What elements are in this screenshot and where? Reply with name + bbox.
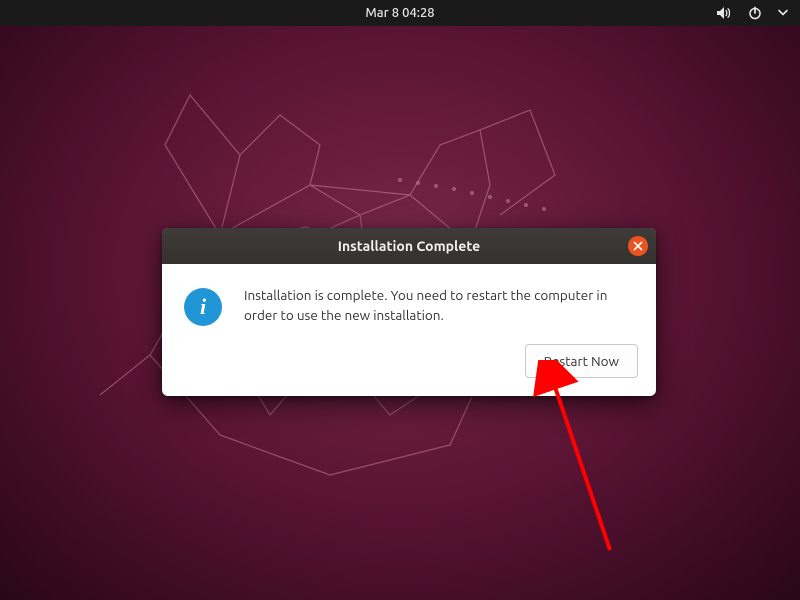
top-bar: Mar 8 04:28 xyxy=(0,0,800,26)
dialog-titlebar: Installation Complete xyxy=(162,228,656,264)
installation-complete-dialog: Installation Complete i Installation is … xyxy=(162,228,656,396)
close-button[interactable] xyxy=(628,236,648,256)
system-tray xyxy=(716,0,788,26)
info-icon-letter: i xyxy=(200,294,206,320)
dialog-title: Installation Complete xyxy=(338,238,480,254)
power-icon[interactable] xyxy=(748,6,762,20)
info-icon: i xyxy=(184,288,222,326)
clock-text: Mar 8 04:28 xyxy=(365,6,434,20)
close-icon xyxy=(633,241,643,251)
restart-now-button[interactable]: Restart Now xyxy=(525,344,638,378)
dialog-message: Installation is complete. You need to re… xyxy=(244,286,630,326)
volume-icon[interactable] xyxy=(716,6,732,20)
dialog-body: i Installation is complete. You need to … xyxy=(162,264,656,344)
dialog-actions: Restart Now xyxy=(162,344,656,396)
chevron-down-icon[interactable] xyxy=(778,9,788,17)
